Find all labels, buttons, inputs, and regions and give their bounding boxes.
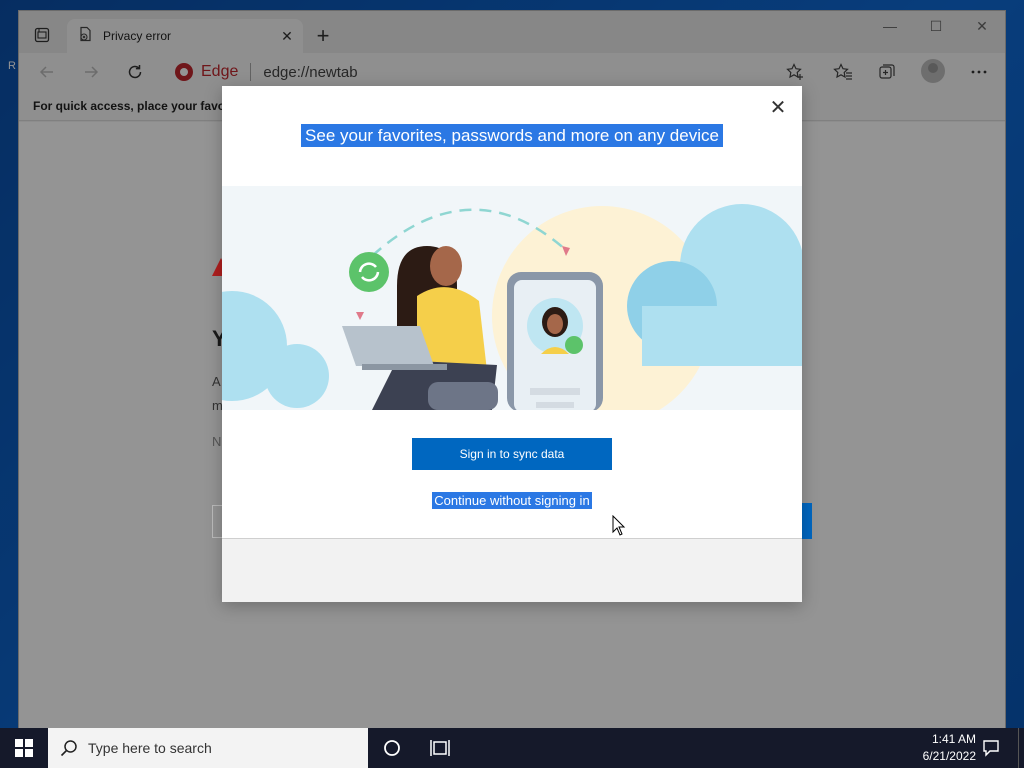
sync-illustration xyxy=(222,186,802,410)
dialog-title-text: See your favorites, passwords and more o… xyxy=(301,124,723,147)
search-icon xyxy=(60,739,78,757)
clock-date: 6/21/2022 xyxy=(922,749,976,763)
taskbar: Type here to search 1:41 AM 6/21/2022 xyxy=(0,728,1024,768)
task-view-icon[interactable] xyxy=(416,728,464,768)
start-button[interactable] xyxy=(0,728,48,768)
show-desktop-button[interactable] xyxy=(1018,728,1024,768)
system-clock[interactable]: 1:41 AM 6/21/2022 xyxy=(900,731,976,765)
continue-link-text: Continue without signing in xyxy=(432,492,592,509)
sign-in-sync-button[interactable]: Sign in to sync data xyxy=(412,438,612,470)
cortana-icon[interactable] xyxy=(368,728,416,768)
search-placeholder: Type here to search xyxy=(88,740,212,756)
bg-text-fragment-1: A xyxy=(212,374,221,389)
notification-center-icon[interactable] xyxy=(976,728,1006,768)
continue-without-signing-in-link[interactable]: Continue without signing in xyxy=(222,492,802,510)
dialog-title: See your favorites, passwords and more o… xyxy=(222,124,802,147)
windows-logo-icon xyxy=(15,739,33,757)
dialog-footer xyxy=(222,538,802,602)
close-icon[interactable]: ✕ xyxy=(768,98,788,118)
mouse-cursor-icon xyxy=(612,514,626,542)
clock-time: 1:41 AM xyxy=(931,732,976,746)
sync-dialog: ✕ See your favorites, passwords and more… xyxy=(222,86,802,602)
bg-text-fragment-3: N xyxy=(212,434,222,449)
taskbar-search-box[interactable]: Type here to search xyxy=(48,728,368,768)
